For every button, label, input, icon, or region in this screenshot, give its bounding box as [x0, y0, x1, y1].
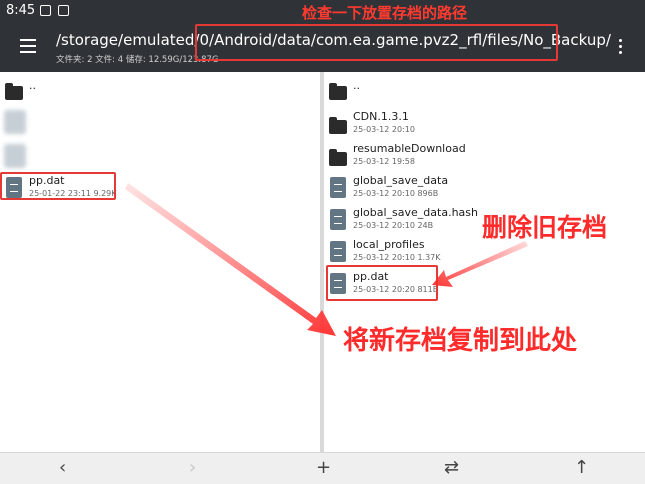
folder-icon [5, 83, 23, 100]
file-name: global_save_data [353, 174, 449, 187]
file-meta: 25-03-12 20:10 24B [353, 221, 434, 230]
right-file-pane[interactable]: .. CDN.1.3.1 25-03-12 20:10 resumableDow… [324, 72, 645, 452]
notification-icon [40, 5, 51, 16]
annotation-copy-here: 将新存档复制到此处 [343, 326, 578, 356]
add-icon[interactable]: + [316, 458, 331, 478]
path-highlight-box [195, 24, 558, 61]
hamburger-menu-icon[interactable] [20, 39, 36, 53]
list-item-parent[interactable]: .. [0, 74, 320, 106]
list-item[interactable]: resumableDownload 25-03-12 19:58 [324, 140, 645, 172]
annotation-delete-old: 删除旧存档 [482, 213, 608, 242]
list-item[interactable]: .. [324, 74, 645, 106]
file-icon [330, 241, 346, 262]
file-name: local_profiles [353, 238, 425, 251]
status-time: 8:45 [6, 3, 36, 18]
folder-icon [329, 117, 347, 134]
left-file-pane[interactable]: .. pp.dat 25-01-22 23:11 9.29K [0, 72, 320, 452]
more-options-icon[interactable] [619, 39, 623, 55]
file-name: .. [29, 79, 36, 92]
file-name: resumableDownload [353, 142, 466, 155]
file-meta: 25-03-12 20:10 1.37K [353, 253, 441, 262]
notification-icon [58, 5, 69, 16]
forward-icon[interactable]: › [189, 458, 196, 478]
list-item[interactable]: CDN.1.3.1 25-03-12 20:10 [324, 108, 645, 140]
bottom-toolbar: ‹ › + ⇄ ↑ [0, 452, 645, 484]
file-meta: 25-03-12 20:10 896B [353, 189, 439, 198]
blurred-file-icon [4, 144, 26, 168]
old-save-highlight-box [326, 265, 438, 301]
folder-icon [329, 149, 347, 166]
file-icon [330, 209, 346, 230]
file-name: CDN.1.3.1 [353, 110, 409, 123]
up-directory-icon[interactable]: ↑ [574, 458, 589, 478]
file-meta: 25-03-12 20:10 [353, 125, 415, 134]
file-name: .. [353, 79, 360, 92]
file-meta: 25-03-12 19:58 [353, 157, 415, 166]
folder-icon [329, 83, 347, 100]
file-icon [330, 177, 346, 198]
annotation-check-path: 检查一下放置存档的路径 [302, 4, 468, 22]
list-item[interactable]: global_save_data 25-03-12 20:10 896B [324, 172, 645, 204]
swap-panes-icon[interactable]: ⇄ [444, 458, 459, 478]
blurred-file-icon [4, 110, 26, 134]
file-name: global_save_data.hash [353, 206, 478, 219]
source-file-highlight-box [0, 172, 116, 200]
back-icon[interactable]: ‹ [59, 458, 66, 478]
